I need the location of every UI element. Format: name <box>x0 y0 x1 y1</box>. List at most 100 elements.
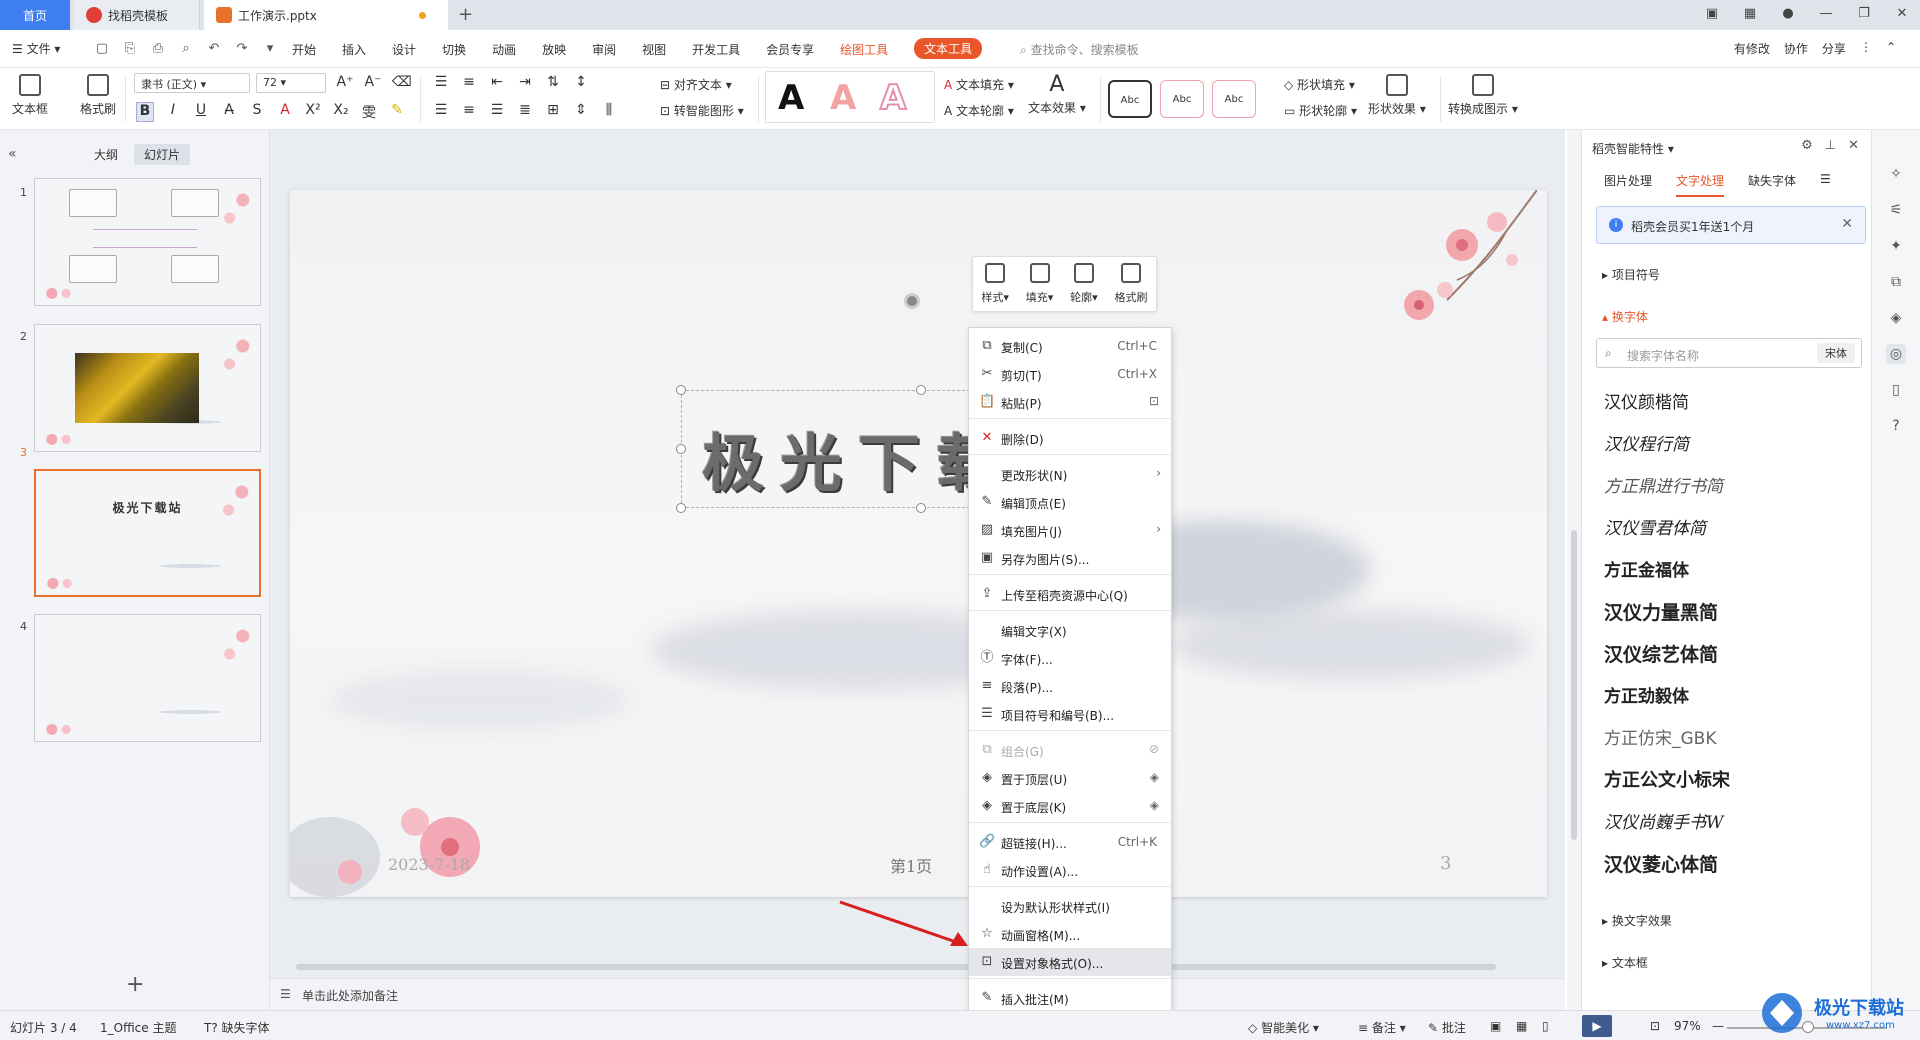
superscript-icon[interactable]: X² <box>304 102 322 122</box>
format-painter-button[interactable]: 格式刷 <box>80 74 116 117</box>
menu-review[interactable]: 审阅 <box>592 41 616 59</box>
shadow-icon[interactable]: S <box>248 102 266 122</box>
resize-handle[interactable] <box>676 385 686 395</box>
tab-slides[interactable]: 幻灯片 <box>134 144 191 165</box>
close-icon[interactable]: ✕ <box>1848 138 1859 153</box>
menu-item-save-as-picture[interactable]: ▣ 另存为图片(S)... <box>969 544 1171 572</box>
text-style-pink[interactable]: A <box>830 78 856 118</box>
tab-image-processing[interactable]: 图片处理 <box>1604 172 1652 197</box>
menu-item-bring-front[interactable]: ◈ 置于顶层(U) ◈ <box>969 764 1171 792</box>
missing-font-button[interactable]: T? 缺失字体 <box>204 1019 270 1036</box>
font-option[interactable]: 方正鼎进行书简 <box>1604 472 1723 497</box>
command-search[interactable]: ⌕ 查找命令、搜索模板 <box>1020 41 1139 58</box>
redo-icon[interactable]: ↷ <box>232 39 252 59</box>
settings-gear-icon[interactable]: ⚙ <box>1801 138 1813 153</box>
font-option[interactable]: 方正仿宋_GBK <box>1604 724 1716 749</box>
menu-animation[interactable]: 动画 <box>492 41 516 59</box>
shape-effect-button[interactable]: 形状效果 ▾ <box>1368 74 1426 117</box>
align-right-icon[interactable]: ☰ <box>488 102 506 118</box>
new-tab-button[interactable]: + <box>458 4 473 25</box>
menu-icon[interactable]: ☰ <box>1820 172 1831 197</box>
font-option[interactable]: 方正金福体 <box>1604 556 1689 581</box>
menu-item-change-shape[interactable]: 更改形状(N) › <box>969 460 1171 488</box>
smart-icon[interactable]: ✧ <box>1886 164 1906 184</box>
underline-icon[interactable]: U <box>192 102 210 122</box>
menu-item-default-style[interactable]: 设为默认形状样式(I) <box>969 892 1171 920</box>
menu-slideshow[interactable]: 放映 <box>542 41 566 59</box>
avatar[interactable]: ● <box>1778 4 1798 24</box>
menu-item-cut[interactable]: ✂ 剪切(T) Ctrl+X <box>969 360 1171 388</box>
section-text-effects[interactable]: ▸ 换文字效果 <box>1602 912 1672 929</box>
menu-text-tools[interactable]: 文本工具 <box>914 38 983 59</box>
outline-button[interactable]: 轮廓▾ <box>1070 263 1098 311</box>
menu-item-bullets[interactable]: ☰ 项目符号和编号(B)... <box>969 700 1171 728</box>
textbox-button[interactable]: 文本框 <box>12 74 48 117</box>
font-option[interactable]: 方正公文小标宋 <box>1604 766 1730 792</box>
restore-button[interactable]: ❐ <box>1854 4 1874 24</box>
menu-insert[interactable]: 插入 <box>342 41 366 59</box>
tab-document[interactable]: 工作演示.pptx <box>204 0 448 30</box>
shape-outline-button[interactable]: ▭ 形状轮廓 ▾ <box>1284 102 1357 119</box>
numbered-list-icon[interactable]: ≡ <box>460 74 478 90</box>
menu-item-action-settings[interactable]: ☝ 动作设置(A)... <box>969 856 1171 884</box>
text-outline-button[interactable]: A 文本轮廓 ▾ <box>944 102 1014 119</box>
font-option[interactable]: 汉仪菱心体简 <box>1604 850 1718 877</box>
menu-start[interactable]: 开始 <box>292 41 316 59</box>
tab-home[interactable]: 首页 <box>0 0 70 30</box>
resize-handle[interactable] <box>916 503 926 513</box>
font-option[interactable]: 汉仪综艺体简 <box>1604 640 1718 667</box>
shape-fill-button[interactable]: ◇ 形状填充 ▾ <box>1284 76 1355 93</box>
zoom-level[interactable]: 97% <box>1674 1019 1701 1033</box>
slide-thumbnail-3[interactable]: 极光下载站 <box>34 469 261 597</box>
zoom-out-icon[interactable]: — <box>1712 1019 1724 1033</box>
undo-icon[interactable]: ↶ <box>204 39 224 59</box>
promo-banner[interactable]: i 稻壳会员买1年送1个月 ✕ <box>1596 206 1866 244</box>
font-option[interactable]: 汉仪颜楷简 <box>1604 388 1689 413</box>
section-change-font[interactable]: ▴ 换字体 <box>1602 308 1648 325</box>
menu-item-copy[interactable]: ⧉ 复制(C) Ctrl+C <box>969 332 1171 360</box>
font-name-select[interactable]: 隶书 (正文) ▾ <box>134 73 250 93</box>
resize-handle[interactable] <box>916 385 926 395</box>
more-options-icon[interactable]: ⋮ <box>1860 40 1872 57</box>
export-icon[interactable]: ⎘ <box>120 39 140 59</box>
panel-title[interactable]: 稻壳智能特性 ▾ <box>1592 140 1674 157</box>
subscript-icon[interactable]: X₂ <box>332 102 350 122</box>
theme-name[interactable]: 1_Office 主题 <box>100 1019 176 1036</box>
pin-icon[interactable]: ⊥ <box>1825 138 1836 153</box>
convert-diagram-button[interactable]: 转换成图示 ▾ <box>1448 74 1518 117</box>
font-option[interactable]: 汉仪雪君体简 <box>1604 514 1706 539</box>
bring-front-options-icon[interactable]: ◈ <box>1150 770 1159 784</box>
menu-item-edit-points[interactable]: ✎ 编辑顶点(E) <box>969 488 1171 516</box>
collaborate-button[interactable]: 协作 <box>1784 40 1808 57</box>
bold-icon[interactable]: B <box>136 102 154 122</box>
phonetic-icon[interactable]: 雯 <box>360 102 378 122</box>
smart-beautify-button[interactable]: ◇ 智能美化 ▾ <box>1248 1019 1319 1036</box>
shrink-font-icon[interactable]: A⁻ <box>364 74 382 90</box>
menu-developer[interactable]: 开发工具 <box>692 41 740 59</box>
menu-item-fill-picture[interactable]: ▨ 填充图片(J) › <box>969 516 1171 544</box>
close-banner-icon[interactable]: ✕ <box>1841 216 1853 232</box>
menu-item-send-back[interactable]: ◈ 置于底层(K) ◈ <box>969 792 1171 820</box>
menu-item-animation-pane[interactable]: ☆ 动画窗格(M)... <box>969 920 1171 948</box>
play-slideshow-button[interactable]: ▶ <box>1582 1015 1612 1037</box>
clear-format-icon[interactable]: ⌫ <box>392 74 412 90</box>
menu-transition[interactable]: 切换 <box>442 41 466 59</box>
help-icon[interactable]: ? <box>1886 416 1906 436</box>
reading-view-icon[interactable]: ▯ <box>1542 1019 1549 1033</box>
tab-missing-fonts[interactable]: 缺失字体 <box>1748 172 1796 197</box>
grow-font-icon[interactable]: A⁺ <box>336 74 354 90</box>
magic-icon[interactable]: ✦ <box>1886 236 1906 256</box>
resize-handle[interactable] <box>676 503 686 513</box>
current-font[interactable]: 宋体 <box>1817 343 1855 363</box>
close-window-button[interactable]: ✕ <box>1892 4 1912 24</box>
tab-template[interactable]: 找稻壳模板 <box>74 0 200 30</box>
notes-toggle-button[interactable]: ≡ 备注 ▾ <box>1358 1019 1406 1036</box>
collapse-panel-icon[interactable]: « <box>8 146 17 162</box>
book-icon[interactable]: ▯ <box>1886 380 1906 400</box>
slide-number-footer[interactable]: 3 <box>1440 853 1451 874</box>
rotate-handle[interactable] <box>904 293 920 309</box>
vertical-scrollbar[interactable] <box>1567 130 1581 1010</box>
paste-options-icon[interactable]: ⊡ <box>1149 394 1159 408</box>
minimize-button[interactable]: — <box>1816 4 1836 24</box>
apps-icon[interactable]: ▦ <box>1740 4 1760 24</box>
